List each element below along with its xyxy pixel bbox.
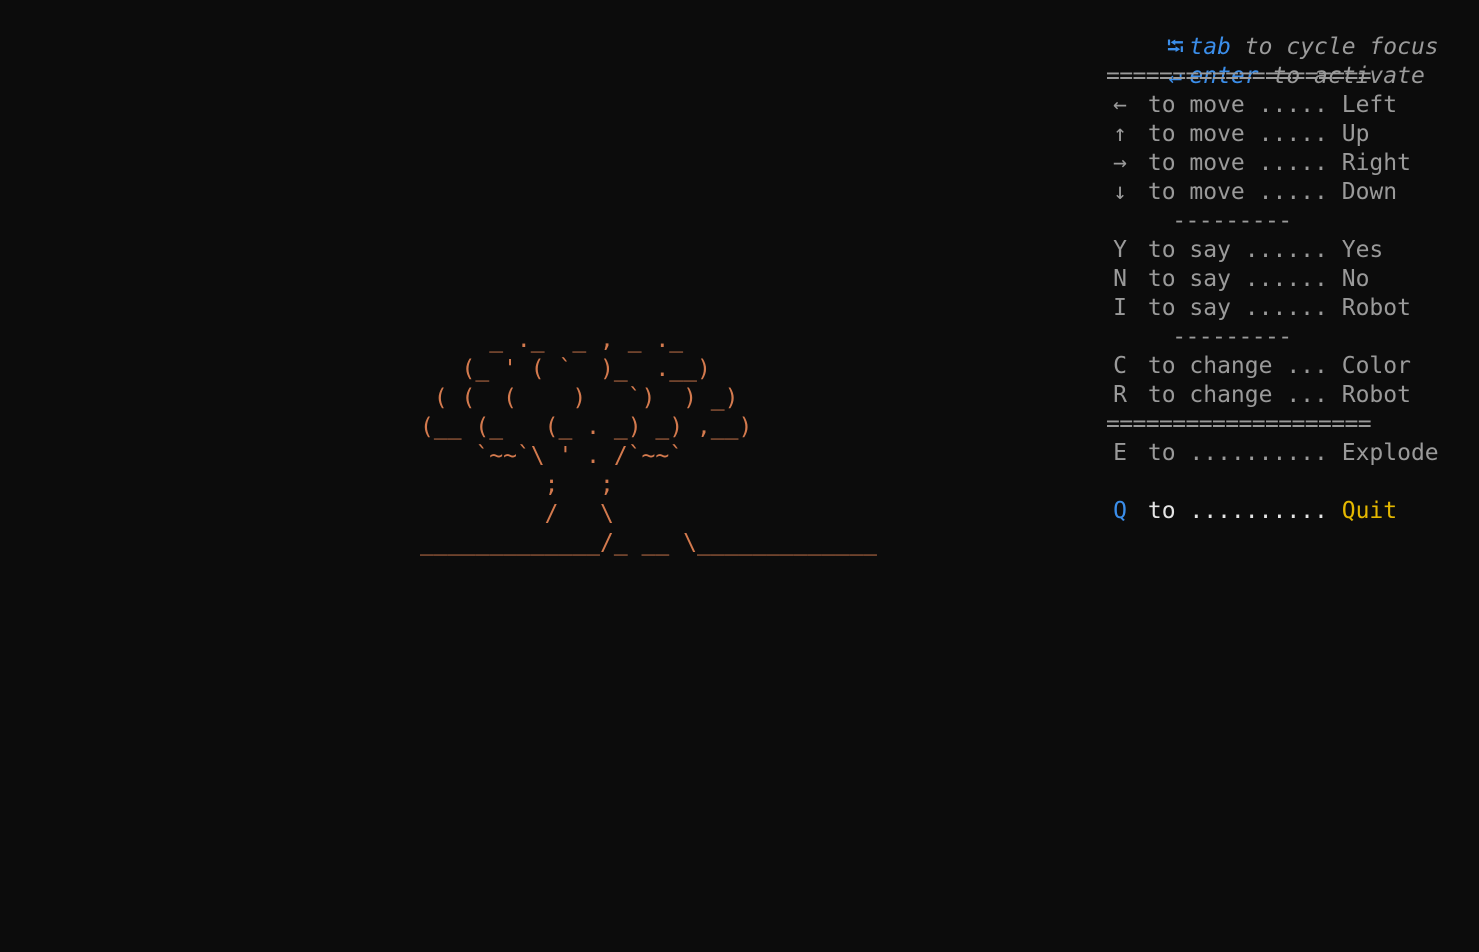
quit-to-text: to bbox=[1134, 498, 1176, 524]
art-line: _ ._ _ , _ ._ bbox=[420, 327, 684, 353]
move-right-text: to move ..... bbox=[1134, 150, 1342, 176]
say-robot-text: to say ...... bbox=[1134, 295, 1342, 321]
up-arrow-icon: ↑ bbox=[1113, 121, 1127, 147]
down-arrow-icon: ↓ bbox=[1113, 179, 1127, 205]
explode-text: to .......... bbox=[1134, 440, 1342, 466]
blank-row bbox=[1106, 468, 1476, 497]
move-left-row: ← to move ..... Left bbox=[1106, 91, 1476, 120]
move-up-text: to move ..... bbox=[1134, 121, 1342, 147]
focus-hint-tab: ⭾ tab to cycle focus bbox=[1106, 4, 1476, 60]
move-up-action: Up bbox=[1341, 121, 1370, 147]
art-line: ( ( ( ) `) ) _) bbox=[420, 385, 739, 411]
move-down-row: ↓ to move ..... Down bbox=[1106, 178, 1476, 207]
key-i: I bbox=[1113, 295, 1127, 321]
change-color-row: C to change ... Color bbox=[1106, 352, 1476, 381]
keybinding-help-panel: ⭾ tab to cycle focus ↵ enter to activate =… bbox=[1106, 4, 1476, 526]
move-down-text: to move ..... bbox=[1134, 179, 1342, 205]
art-line: / \ bbox=[420, 501, 614, 527]
say-robot-row: I to say ...... Robot bbox=[1106, 294, 1476, 323]
right-arrow-icon: → bbox=[1113, 150, 1127, 176]
art-line: _____________/_ __ \_____________ bbox=[420, 530, 877, 556]
move-right-action: Right bbox=[1341, 150, 1411, 176]
quit-action: Quit bbox=[1341, 498, 1398, 524]
change-color-action: Color bbox=[1341, 353, 1411, 379]
art-line: (_ ' ( ` )_ .__) bbox=[420, 356, 711, 382]
change-color-text: to change ... bbox=[1134, 353, 1342, 379]
key-c: C bbox=[1113, 353, 1127, 379]
explosion-ascii-art: _ ._ _ , _ ._ (_ ' ( ` )_ .__) ( ( ( ) `… bbox=[420, 326, 877, 558]
change-robot-row: R to change ... Robot bbox=[1106, 381, 1476, 410]
say-no-action: No bbox=[1341, 266, 1370, 292]
tab-icon: ⭾ bbox=[1166, 34, 1185, 60]
art-line: ; ; bbox=[420, 472, 614, 498]
say-yes-text: to say ...... bbox=[1134, 237, 1342, 263]
tab-hint-text: to cycle focus bbox=[1230, 34, 1439, 60]
tab-key: tab bbox=[1189, 34, 1231, 60]
explode-row: E to .......... Explode bbox=[1106, 439, 1476, 468]
art-line: (__ (_ (_ . _) _) ,__) bbox=[420, 414, 753, 440]
say-no-text: to say ...... bbox=[1134, 266, 1342, 292]
move-left-text: to move ..... bbox=[1134, 92, 1342, 118]
separator-minor: --------- bbox=[1106, 324, 1292, 350]
key-q: Q bbox=[1113, 498, 1127, 524]
change-robot-action: Robot bbox=[1341, 382, 1411, 408]
say-robot-action: Robot bbox=[1341, 295, 1411, 321]
key-r: R bbox=[1113, 382, 1127, 408]
move-right-row: → to move ..... Right bbox=[1106, 149, 1476, 178]
art-line: `~~`\ ' . /`~~` bbox=[420, 443, 684, 469]
separator-minor: --------- bbox=[1106, 208, 1292, 234]
quit-row: Q to .......... Quit bbox=[1106, 497, 1476, 526]
left-arrow-icon: ← bbox=[1113, 92, 1127, 118]
key-n: N bbox=[1113, 266, 1127, 292]
move-up-row: ↑ to move ..... Up bbox=[1106, 120, 1476, 149]
say-yes-action: Yes bbox=[1341, 237, 1384, 263]
move-down-action: Down bbox=[1341, 179, 1398, 205]
key-e: E bbox=[1113, 440, 1127, 466]
key-y: Y bbox=[1113, 237, 1127, 263]
explode-action: Explode bbox=[1341, 440, 1439, 466]
quit-dots: .......... bbox=[1175, 498, 1342, 524]
move-left-action: Left bbox=[1341, 92, 1398, 118]
say-yes-row: Y to say ...... Yes bbox=[1106, 236, 1476, 265]
say-no-row: N to say ...... No bbox=[1106, 265, 1476, 294]
change-robot-text: to change ... bbox=[1134, 382, 1342, 408]
separator-major: ==================== bbox=[1106, 411, 1372, 437]
